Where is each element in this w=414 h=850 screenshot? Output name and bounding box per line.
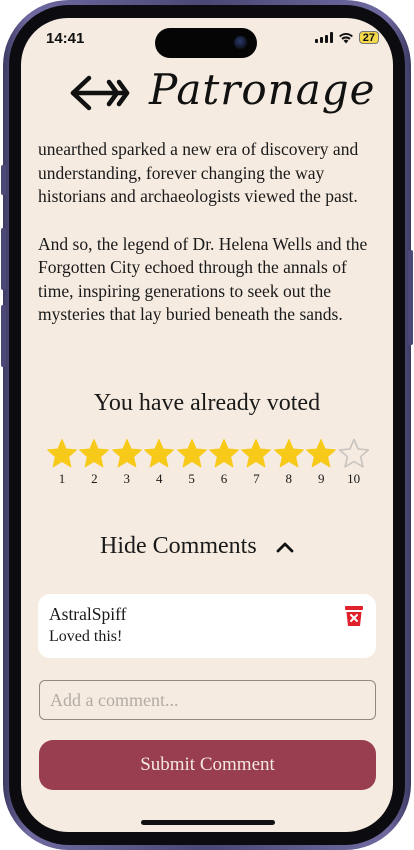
star-number-label: 2 bbox=[91, 471, 98, 486]
star-filled-icon bbox=[209, 439, 239, 468]
star-filled-icon bbox=[241, 439, 272, 468]
comment-input[interactable] bbox=[39, 680, 376, 720]
star-number-label: 3 bbox=[123, 471, 131, 486]
action-button bbox=[1, 165, 6, 195]
star-number-label: 6 bbox=[220, 471, 228, 486]
story-paragraph: unearthed sparked a new era of discovery… bbox=[38, 139, 359, 206]
star-2[interactable]: 2 bbox=[78, 438, 110, 487]
volume-up-button bbox=[1, 228, 6, 290]
trash-icon[interactable] bbox=[344, 605, 364, 627]
comment-text: Loved this! bbox=[49, 628, 123, 645]
hide-comments-toggle[interactable]: Hide Comments bbox=[100, 533, 295, 560]
star-7[interactable]: 7 bbox=[240, 438, 272, 487]
star-filled-icon bbox=[273, 439, 304, 468]
dynamic-island bbox=[155, 28, 257, 58]
power-button bbox=[408, 250, 413, 345]
status-icons: 27 bbox=[314, 31, 379, 44]
battery-icon: 27 bbox=[358, 31, 379, 44]
star-number-label: 10 bbox=[347, 471, 361, 486]
status-time: 14:41 bbox=[46, 30, 85, 47]
home-indicator bbox=[141, 820, 275, 825]
app-screen: 14:41 27 Patronage unearthed sparked a n… bbox=[21, 18, 393, 832]
star-number-label: 4 bbox=[155, 471, 163, 486]
star-10[interactable]: 10 bbox=[338, 438, 370, 487]
star-filled-icon bbox=[176, 439, 207, 468]
star-filled-icon bbox=[79, 439, 110, 468]
star-1[interactable]: 1 bbox=[46, 438, 78, 487]
chevron-up-icon bbox=[276, 542, 294, 552]
star-4[interactable]: 4 bbox=[143, 438, 175, 487]
star-filled-icon bbox=[144, 439, 175, 468]
comment-card: AstralSpiff Loved this! bbox=[38, 594, 376, 658]
star-number-label: 9 bbox=[317, 471, 325, 486]
star-number-label: 7 bbox=[253, 471, 260, 486]
hide-comments-label: Hide Comments bbox=[100, 533, 257, 559]
star-filled-icon bbox=[306, 439, 337, 468]
star-number-label: 1 bbox=[58, 471, 66, 486]
double-back-arrow-icon[interactable] bbox=[69, 74, 131, 112]
comment-author: AstralSpiff bbox=[49, 604, 127, 624]
submit-comment-button[interactable]: Submit Comment bbox=[39, 740, 376, 790]
star-filled-icon bbox=[111, 439, 142, 468]
story-text: unearthed sparked a new era of discovery… bbox=[38, 138, 378, 351]
star-rating: 1 2 3 4 5 6 7 8 9 10 bbox=[46, 438, 376, 498]
star-5[interactable]: 5 bbox=[176, 438, 208, 487]
star-empty-icon bbox=[338, 438, 369, 468]
star-6[interactable]: 6 bbox=[208, 438, 240, 487]
vote-status-text: You have already voted bbox=[93, 390, 321, 416]
page-title: Patronage bbox=[149, 65, 376, 114]
wifi-icon bbox=[338, 32, 353, 43]
camera-icon bbox=[234, 36, 247, 49]
cellular-signal-icon bbox=[314, 32, 333, 43]
star-filled-icon bbox=[47, 439, 77, 468]
star-3[interactable]: 3 bbox=[111, 438, 143, 487]
volume-down-button bbox=[1, 305, 6, 367]
star-8[interactable]: 8 bbox=[273, 438, 305, 487]
story-paragraph: And so, the legend of Dr. Helena Wells a… bbox=[38, 233, 368, 325]
star-number-label: 8 bbox=[285, 471, 293, 486]
star-9[interactable]: 9 bbox=[305, 438, 337, 487]
star-number-label: 5 bbox=[188, 471, 195, 486]
